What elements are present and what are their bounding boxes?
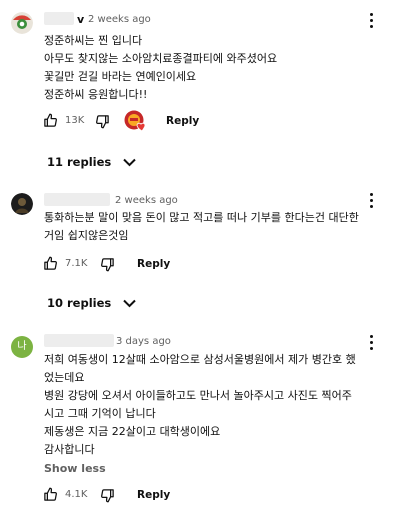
chevron-down-icon <box>123 299 136 308</box>
reply-button[interactable]: Reply <box>137 258 170 270</box>
view-replies-button[interactable]: 10 replies <box>47 296 136 310</box>
replies-label: 11 replies <box>47 155 112 169</box>
reply-button[interactable]: Reply <box>137 489 170 501</box>
more-actions-icon[interactable] <box>364 334 378 352</box>
avatar[interactable] <box>11 193 33 215</box>
like-button[interactable] <box>43 487 58 502</box>
comment-text-line: 거임 쉽지않은것임 <box>44 229 129 242</box>
avatar-letter: 나 <box>17 341 27 352</box>
comment-text-line: 병원 강당에 오셔서 아이들하고도 만나서 놀아주시고 사진도 찍어주 <box>44 389 352 402</box>
dislike-button[interactable] <box>100 257 115 272</box>
comment-text-line: 아무도 찾지않는 소아암치료종결파티에 와주셨어요 <box>44 52 278 65</box>
author-name-tail[interactable]: v <box>77 13 84 26</box>
comment-2: 2 weeks ago 통화하는분 말이 맞음 돈이 많고 적고를 떠나 기부를… <box>0 180 416 320</box>
thumbs-up-icon <box>44 487 57 501</box>
comment-text-line: 었는데요 <box>44 371 85 384</box>
creator-heart <box>124 110 148 132</box>
chevron-down-icon <box>123 158 136 167</box>
avatar[interactable]: 나 <box>11 336 33 358</box>
comment-text-line: 저희 여동생이 12살때 소아암으로 삼성서울병원에서 제가 병간호 했 <box>44 353 356 366</box>
thumbs-down-icon <box>101 489 114 503</box>
timestamp[interactable]: 2 weeks ago <box>88 14 151 25</box>
comment-1: v 2 weeks ago 정준하씨는 찐 입니다 아무도 찾지않는 소아암치료… <box>0 0 416 180</box>
heart-icon <box>136 122 146 132</box>
comment-text-line: 시고 그때 기억이 납니다 <box>44 407 156 420</box>
timestamp[interactable]: 3 days ago <box>116 336 171 347</box>
comment-text-line: 정준하씨 응원합니다!! <box>44 88 148 101</box>
more-actions-icon[interactable] <box>364 12 378 30</box>
thumbs-up-icon <box>44 256 57 270</box>
like-count: 7.1K <box>65 258 88 269</box>
comment-text-line: 감사합니다 <box>44 443 95 456</box>
comment-3: 나 3 days ago 저희 여동생이 12살때 소아암으로 삼성서울병원에서… <box>0 320 416 508</box>
thumbs-down-icon <box>96 115 109 129</box>
more-actions-icon[interactable] <box>364 192 378 210</box>
thumbs-down-icon <box>101 258 114 272</box>
comment-text-line: 꽃길만 걷길 바라는 연예인이세요 <box>44 70 197 83</box>
comment-text-line: 제동생은 지금 22살이고 대학생이에요 <box>44 425 221 438</box>
like-button[interactable] <box>43 113 58 128</box>
timestamp[interactable]: 2 weeks ago <box>115 195 178 206</box>
comment-text-line: 정준하씨는 찐 입니다 <box>44 34 143 47</box>
show-less-button[interactable]: Show less <box>44 462 106 475</box>
author-name[interactable] <box>44 193 110 206</box>
avatar[interactable] <box>11 12 33 34</box>
comment-text-line: 통화하는분 말이 맞음 돈이 많고 적고를 떠나 기부를 한다는건 대단한 <box>44 211 359 224</box>
author-name[interactable] <box>44 12 74 25</box>
dislike-button[interactable] <box>100 488 115 503</box>
like-count: 4.1K <box>65 489 88 500</box>
author-name[interactable] <box>44 334 114 347</box>
reply-button[interactable]: Reply <box>166 115 199 127</box>
dislike-button[interactable] <box>95 114 110 129</box>
like-button[interactable] <box>43 256 58 271</box>
replies-label: 10 replies <box>47 296 112 310</box>
thumbs-up-icon <box>44 113 57 127</box>
view-replies-button[interactable]: 11 replies <box>47 155 136 169</box>
like-count: 13K <box>65 115 85 126</box>
